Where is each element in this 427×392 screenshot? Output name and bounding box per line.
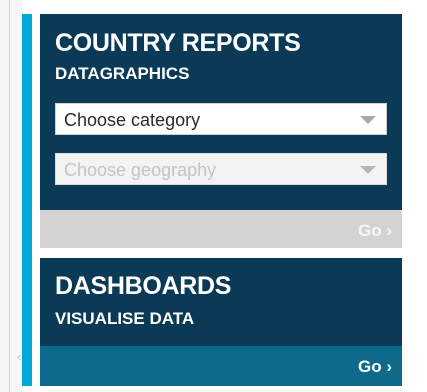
dashboards-title: DASHBOARDS <box>55 272 232 300</box>
dashboards-subtitle: VISUALISE DATA <box>55 309 195 328</box>
country-reports-title: COUNTRY REPORTS <box>55 29 301 57</box>
caret-down-icon <box>360 166 376 174</box>
country-reports-subtitle: DATAGRAPHICS <box>55 64 190 83</box>
geography-select-value: Choose geography <box>64 160 217 180</box>
dashboards-go-bar[interactable]: Go › <box>40 346 402 386</box>
left-rail: ‹ <box>0 0 22 392</box>
caret-down-icon <box>360 116 376 124</box>
category-select[interactable]: Choose category <box>55 103 387 135</box>
country-reports-panel: COUNTRY REPORTS DATAGRAPHICS Choose cate… <box>40 14 402 210</box>
category-select-value: Choose category <box>64 110 201 130</box>
dashboards-panel[interactable]: DASHBOARDS VISUALISE DATA <box>40 258 402 346</box>
chevron-left-icon[interactable]: ‹ <box>17 350 21 364</box>
geography-select[interactable]: Choose geography <box>55 153 387 185</box>
page: ‹ COUNTRY REPORTS DATAGRAPHICS Choose ca… <box>0 0 427 392</box>
country-reports-go-bar: Go › <box>40 210 402 248</box>
accent-bar <box>22 14 32 386</box>
dashboards-go-button[interactable]: Go › <box>358 357 392 377</box>
rail-divider <box>9 0 10 392</box>
country-reports-go-button[interactable]: Go › <box>358 221 392 241</box>
